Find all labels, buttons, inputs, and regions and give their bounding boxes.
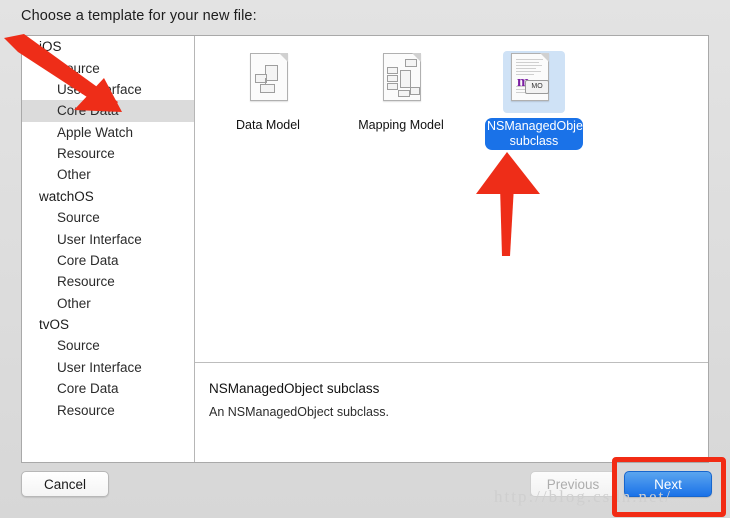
template-tile-label: Data Model xyxy=(236,118,300,132)
new-file-template-dialog: Choose a template for your new file: iOS… xyxy=(0,0,730,518)
sidebar-item-tvos[interactable]: tvOS xyxy=(22,314,194,335)
template-tile-label: NSManagedObject subclass xyxy=(485,118,593,150)
sidebar-item-core-data[interactable]: Core Data xyxy=(22,378,194,399)
sidebar-item-resource[interactable]: Resource xyxy=(22,399,194,420)
template-grid[interactable]: Data Model Mapping Model m MO NSManagedObjec… xyxy=(195,36,708,374)
data-model-icon xyxy=(242,51,294,113)
template-tile[interactable]: m MO NSManagedObject subclass xyxy=(474,48,594,150)
description-body: An NSManagedObject subclass. xyxy=(209,405,389,419)
platform-category-sidebar[interactable]: iOS Source User Interface Core Data Apple Wa… xyxy=(22,36,195,462)
sidebar-item-resource[interactable]: Resource xyxy=(22,271,194,292)
sidebar-item-watchos[interactable]: watchOS xyxy=(22,186,194,207)
sidebar-item-source[interactable]: Source xyxy=(22,57,194,78)
description-title: NSManagedObject subclass xyxy=(209,381,380,396)
sidebar-item-user-interface[interactable]: User Interface xyxy=(22,228,194,249)
sidebar-item-user-interface[interactable]: User Interface xyxy=(22,357,194,378)
template-description-panel: NSManagedObject subclass An NSManagedObj… xyxy=(195,363,708,462)
sidebar-item-other[interactable]: Other xyxy=(22,293,194,314)
page-title: Choose a template for your new file: xyxy=(21,8,257,24)
nsmanagedobject-icon: m MO xyxy=(503,51,565,113)
sidebar-item-apple-watch[interactable]: Apple Watch xyxy=(22,122,194,143)
sidebar-item-source[interactable]: Source xyxy=(22,207,194,228)
mo-badge: MO xyxy=(525,80,549,94)
template-tile[interactable]: Mapping Model xyxy=(341,48,461,150)
sidebar-item-other[interactable]: Other xyxy=(22,164,194,185)
sidebar-item-ios[interactable]: iOS xyxy=(22,36,194,57)
sidebar-item-user-interface[interactable]: User Interface xyxy=(22,79,194,100)
template-tile[interactable]: Data Model xyxy=(208,48,328,150)
mapping-model-icon xyxy=(375,51,427,113)
template-tile-label: Mapping Model xyxy=(358,118,444,132)
sidebar-item-core-data[interactable]: Core Data xyxy=(22,250,194,271)
cancel-button[interactable]: Cancel xyxy=(21,471,109,497)
template-chooser-panel: iOS Source User Interface Core Data Apple Wa… xyxy=(21,35,709,463)
sidebar-item-resource[interactable]: Resource xyxy=(22,143,194,164)
watermark: http://blog.csdn.net/ xyxy=(494,487,672,506)
sidebar-item-source[interactable]: Source xyxy=(22,335,194,356)
template-content-area: Data Model Mapping Model m MO NSManagedObjec… xyxy=(195,36,708,462)
sidebar-item-core-data[interactable]: Core Data xyxy=(22,100,194,122)
